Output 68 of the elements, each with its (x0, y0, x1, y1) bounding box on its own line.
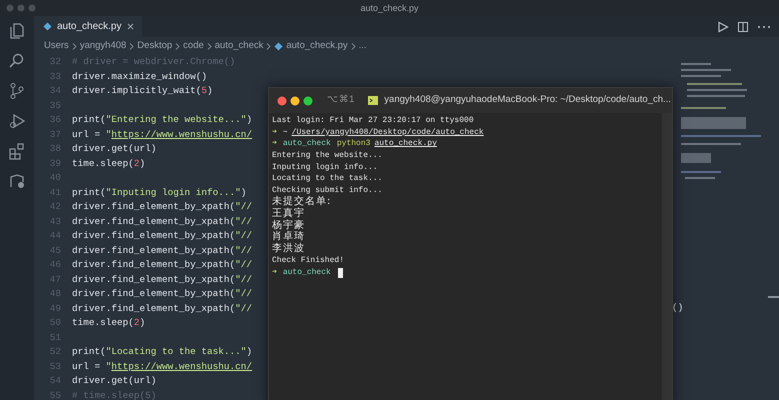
code-line: print("Inputing login info...") (72, 186, 246, 198)
code-line: url = "https://www.wenshushu.cn/ (72, 128, 252, 140)
code-line: driver.get(url) (72, 143, 156, 154)
close-icon[interactable] (126, 23, 134, 30)
terminal-title: yangyh408@yangyuhaodeMacBook-Pro: ~/Desktop/code/auto_ch... (384, 93, 671, 108)
breadcrumb-item[interactable]: yangyh408 (80, 38, 126, 54)
code-line: driver.find_element_by_xpath("// (72, 230, 252, 241)
terminal-line: ➜ auto_check (272, 266, 332, 279)
chevron-icon (266, 42, 272, 50)
code-line: print("Entering the website...") (72, 114, 252, 125)
terminal-line: 李洪波 (272, 243, 305, 256)
search-icon[interactable] (8, 52, 26, 70)
terminal-line: 杨宇豪 (272, 220, 305, 231)
code-line: driver.get(url) (72, 375, 156, 386)
more-icon[interactable] (757, 24, 771, 28)
terminal-line: Entering the website... (272, 150, 384, 162)
source-control-icon[interactable] (8, 82, 26, 100)
code-line: driver.find_element_by_xpath("// (72, 274, 252, 284)
terminal-line: 未提交名单: (272, 196, 332, 208)
python-file-icon (43, 22, 52, 31)
breadcrumb-item[interactable]: auto_check.py (286, 38, 348, 54)
extensions-icon[interactable] (8, 142, 26, 160)
breadcrumb-item[interactable]: code (183, 38, 204, 54)
terminal-line: 王真宇 (272, 208, 305, 220)
terminal-line: 肖卓琦 (272, 231, 305, 242)
terminal-icon (368, 96, 378, 105)
chevron-icon (350, 42, 356, 50)
terminal-line: Locating to the task... (272, 173, 384, 186)
chevron-icon (129, 42, 134, 50)
run-icon[interactable] (717, 20, 729, 32)
terminal-line: ➜ ~ /Users/yangyh408/Desktop/code/auto_check (272, 126, 485, 138)
breadcrumb-item[interactable]: Users (44, 38, 69, 54)
code-fragment: () (672, 301, 684, 315)
code-line: # driver = webdriver.Chrome() (72, 56, 236, 67)
breadcrumb-item[interactable]: ... (358, 38, 367, 54)
code-line: driver.maximize_window() (72, 70, 208, 82)
code-line: driver.find_element_by_xpath("// (72, 302, 252, 314)
code-line: driver.find_element_by_xpath("// (72, 201, 252, 212)
code-line: driver.find_element_by_xpath("// (72, 259, 252, 270)
terminal-line: ➜ auto_check python3 auto_check.py (272, 138, 438, 150)
chevron-icon (175, 42, 180, 50)
chevron-icon (206, 42, 212, 50)
window-controls-icon[interactable] (277, 96, 313, 106)
chevron-icon (72, 42, 77, 50)
code-line: time.sleep(2) (72, 317, 146, 328)
code-line: time.sleep(2) (72, 158, 146, 168)
remote-explorer-icon[interactable] (8, 172, 26, 190)
files-icon[interactable] (8, 22, 26, 40)
terminal-line: Check Finished! (272, 255, 346, 267)
code-line: url = "https://www.wenshushu.cn/ (72, 360, 252, 372)
code-line: driver.find_element_by_xpath("// (72, 216, 252, 226)
code-line: # time.sleep(5) (72, 390, 156, 400)
code-line: driver.find_element_by_xpath("// (72, 288, 252, 299)
overview-ruler-mark (768, 296, 779, 298)
terminal-line: Last login: Fri Mar 27 23:20:17 on ttys000 (272, 115, 475, 127)
breadcrumb-item[interactable]: auto_check (214, 38, 264, 54)
terminal-line: Checking submit info... (272, 185, 384, 196)
code-line: driver.find_element_by_xpath("// (72, 244, 252, 256)
code-line: driver.implicitly_wait(5) (72, 85, 213, 96)
shortcut-label: ⌥⌘1 (327, 93, 354, 108)
code-line: print("Locating to the task...") (72, 346, 252, 357)
breadcrumb-item[interactable]: Desktop (137, 38, 172, 54)
terminal-line: Inputing login info... (272, 162, 379, 174)
python-file-icon (274, 42, 284, 50)
run-debug-icon[interactable] (8, 112, 26, 130)
split-editor-icon[interactable] (737, 20, 749, 32)
editor-tab[interactable]: auto_check.py (34, 16, 142, 37)
window-title: auto_check.py (360, 2, 419, 15)
